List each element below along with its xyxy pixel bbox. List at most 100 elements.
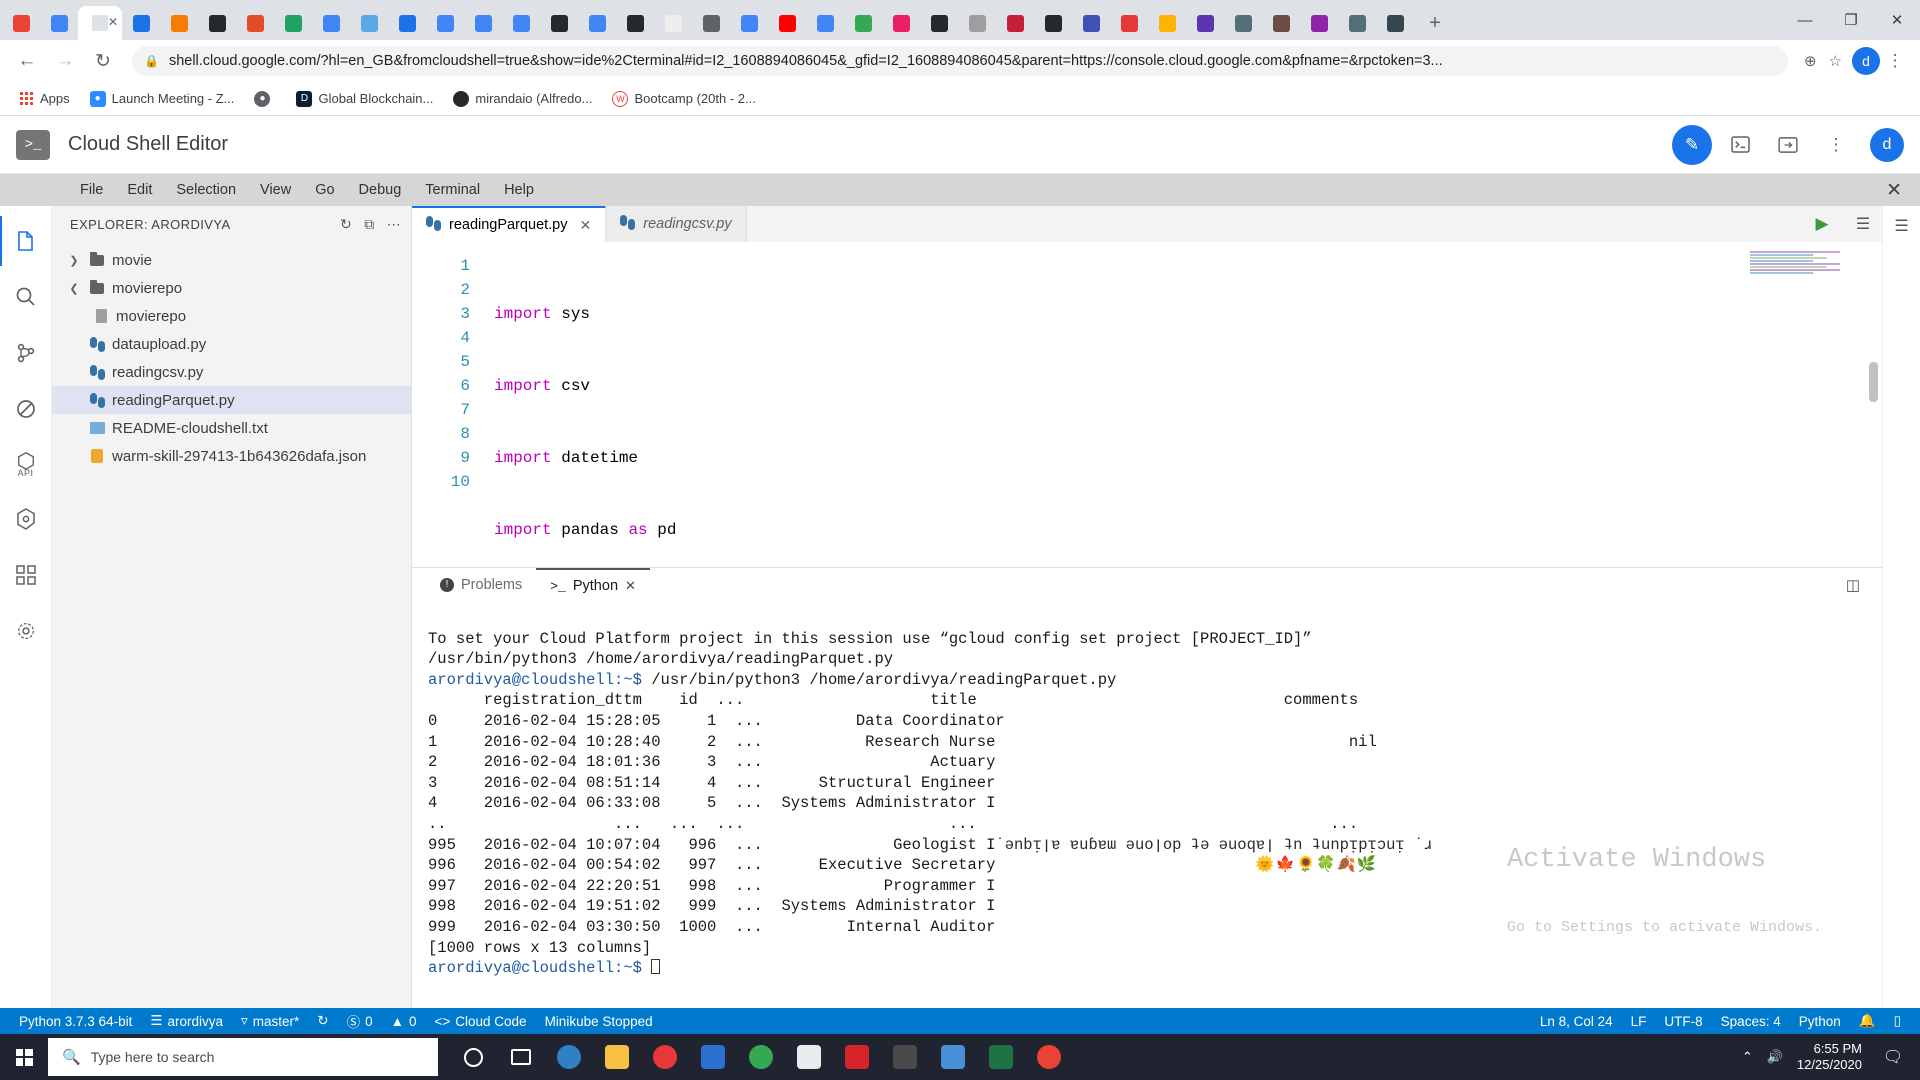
browser-tab[interactable] (1186, 7, 1224, 40)
status-python-interpreter[interactable]: Python 3.7.3 64-bit (10, 1014, 141, 1029)
taskbar-app-edge[interactable] (548, 1034, 590, 1080)
browser-tab[interactable] (464, 7, 502, 40)
outline-toggle-button[interactable]: ☰ (1844, 206, 1882, 242)
browser-tab[interactable] (1338, 7, 1376, 40)
bookmark-launch-meeting[interactable]: ● Launch Meeting - Z... (82, 88, 243, 110)
browser-profile-avatar[interactable]: d (1852, 47, 1880, 75)
tree-item-warm-skill-json[interactable]: warm-skill-297413-1b643626dafa.json (52, 442, 411, 470)
close-window-button[interactable]: ✕ (1874, 0, 1920, 40)
taskbar-app-store[interactable] (788, 1034, 830, 1080)
taskbar-app-opera[interactable] (644, 1034, 686, 1080)
code-editor[interactable]: 1 2 3 4 5 6 7 8 9 10 import sys import c… (412, 242, 1882, 567)
menu-go[interactable]: Go (303, 182, 346, 198)
back-button[interactable]: ← (10, 44, 44, 78)
browser-tab[interactable] (1072, 7, 1110, 40)
tab-readingcsv[interactable]: readingcsv.py (606, 206, 747, 242)
taskbar-search-box[interactable]: 🔍 Type here to search (48, 1038, 438, 1076)
browser-tab[interactable] (160, 7, 198, 40)
menu-edit[interactable]: Edit (115, 182, 164, 198)
run-file-button[interactable]: ▶ (1800, 206, 1844, 242)
explorer-more-icon[interactable]: ⋯ (387, 216, 401, 233)
cortana-button[interactable] (452, 1034, 494, 1080)
browser-tab[interactable] (426, 7, 464, 40)
browser-tab[interactable] (1148, 7, 1186, 40)
status-git-branch[interactable]: ▿ master* (232, 1013, 308, 1029)
tree-item-movierepo-file[interactable]: movierepo (52, 302, 411, 330)
bookmark-global-blockchain[interactable]: D Global Blockchain... (288, 88, 441, 110)
volume-icon[interactable]: 🔊 (1767, 1049, 1783, 1065)
refresh-explorer-icon[interactable]: ↻ (340, 216, 352, 233)
status-layout-toggle[interactable]: ▯ (1885, 1013, 1910, 1029)
browser-tab[interactable] (692, 7, 730, 40)
browser-tab[interactable] (1300, 7, 1338, 40)
browser-tab[interactable] (844, 7, 882, 40)
browser-tab[interactable] (1110, 7, 1148, 40)
minimize-button[interactable]: — (1782, 0, 1828, 40)
panel-tab-python[interactable]: >_ Python ✕ (536, 568, 650, 602)
forward-button[interactable]: → (48, 44, 82, 78)
activity-source-control[interactable] (0, 328, 52, 378)
status-cursor-position[interactable]: Ln 8, Col 24 (1531, 1014, 1622, 1029)
status-problems-errors[interactable]: Ⓢ 0 (338, 1011, 382, 1031)
browser-tab[interactable] (806, 7, 844, 40)
chevron-down-icon[interactable]: ❮ (66, 282, 82, 295)
close-icon[interactable]: ✕ (580, 217, 592, 234)
taskbar-app-zoom[interactable] (932, 1034, 974, 1080)
browser-tab[interactable] (1224, 7, 1262, 40)
browser-tab[interactable] (2, 7, 40, 40)
taskbar-app-file-explorer[interactable] (596, 1034, 638, 1080)
install-app-icon[interactable]: ⊕ (1804, 52, 1817, 70)
browser-tab[interactable] (578, 7, 616, 40)
browser-tab[interactable] (388, 7, 426, 40)
collapse-folders-icon[interactable]: ⧉ (364, 216, 374, 233)
tree-item-readingparquet[interactable]: readingParquet.py (52, 386, 411, 414)
browser-tab[interactable] (616, 7, 654, 40)
terminal-output[interactable]: To set your Cloud Platform project in th… (412, 602, 1882, 1008)
close-icon[interactable]: ✕ (625, 578, 636, 594)
menu-selection[interactable]: Selection (164, 182, 248, 198)
account-avatar[interactable]: d (1870, 127, 1904, 162)
status-minikube[interactable]: Minikube Stopped (536, 1014, 662, 1029)
browser-tab[interactable] (350, 7, 388, 40)
tree-item-readme[interactable]: README-cloudshell.txt (52, 414, 411, 442)
bookmark-globe[interactable]: ● (246, 88, 284, 110)
browser-tab[interactable] (920, 7, 958, 40)
browser-tab[interactable] (1034, 7, 1072, 40)
close-editor-button[interactable]: ✕ (1886, 179, 1902, 202)
browser-tab[interactable] (730, 7, 768, 40)
split-terminal-icon[interactable]: ◫ (1846, 576, 1860, 594)
code-minimap[interactable] (1750, 250, 1840, 276)
editor-right-rail[interactable]: ☰ (1882, 206, 1920, 1008)
edit-mode-button[interactable]: ✎ (1672, 124, 1712, 165)
chevron-right-icon[interactable]: ❯ (66, 254, 82, 267)
more-options-button[interactable]: ⋮ (1816, 125, 1856, 165)
taskbar-app-chrome-2[interactable] (1028, 1034, 1070, 1080)
tray-chevron-icon[interactable]: ⌃ (1742, 1049, 1753, 1065)
tree-item-readingcsv[interactable]: readingcsv.py (52, 358, 411, 386)
browser-tab[interactable] (236, 7, 274, 40)
activity-search[interactable] (0, 272, 52, 322)
bookmark-bootcamp[interactable]: W Bootcamp (20th - 2... (604, 88, 763, 110)
bookmark-apps[interactable]: Apps (10, 88, 78, 110)
tree-item-movierepo-folder[interactable]: ❮ movierepo (52, 274, 411, 302)
activity-debug[interactable] (0, 384, 52, 434)
activity-kubernetes[interactable] (0, 494, 52, 544)
taskbar-app-excel[interactable] (980, 1034, 1022, 1080)
taskbar-app-chrome[interactable] (740, 1034, 782, 1080)
status-sync-changes[interactable]: ↻ (308, 1013, 337, 1029)
menu-view[interactable]: View (248, 182, 303, 198)
tree-item-movie[interactable]: ❯ movie (52, 246, 411, 274)
address-bar[interactable]: 🔒 shell.cloud.google.com/?hl=en_GB&fromc… (132, 46, 1788, 76)
browser-tab[interactable] (312, 7, 350, 40)
browser-tab[interactable] (502, 7, 540, 40)
taskbar-clock[interactable]: 6:55 PM 12/25/2020 (1797, 1041, 1862, 1073)
taskbar-app-mail[interactable] (692, 1034, 734, 1080)
status-problems-warnings[interactable]: ▲ 0 (382, 1014, 426, 1029)
reload-button[interactable]: ↻ (86, 44, 120, 78)
browser-tab[interactable] (958, 7, 996, 40)
activity-api[interactable]: API (0, 440, 52, 488)
new-tab-button[interactable]: + (1420, 8, 1450, 38)
taskbar-app-text-editor[interactable] (884, 1034, 926, 1080)
terminal-button[interactable] (1720, 125, 1760, 165)
browser-tab[interactable] (768, 7, 806, 40)
